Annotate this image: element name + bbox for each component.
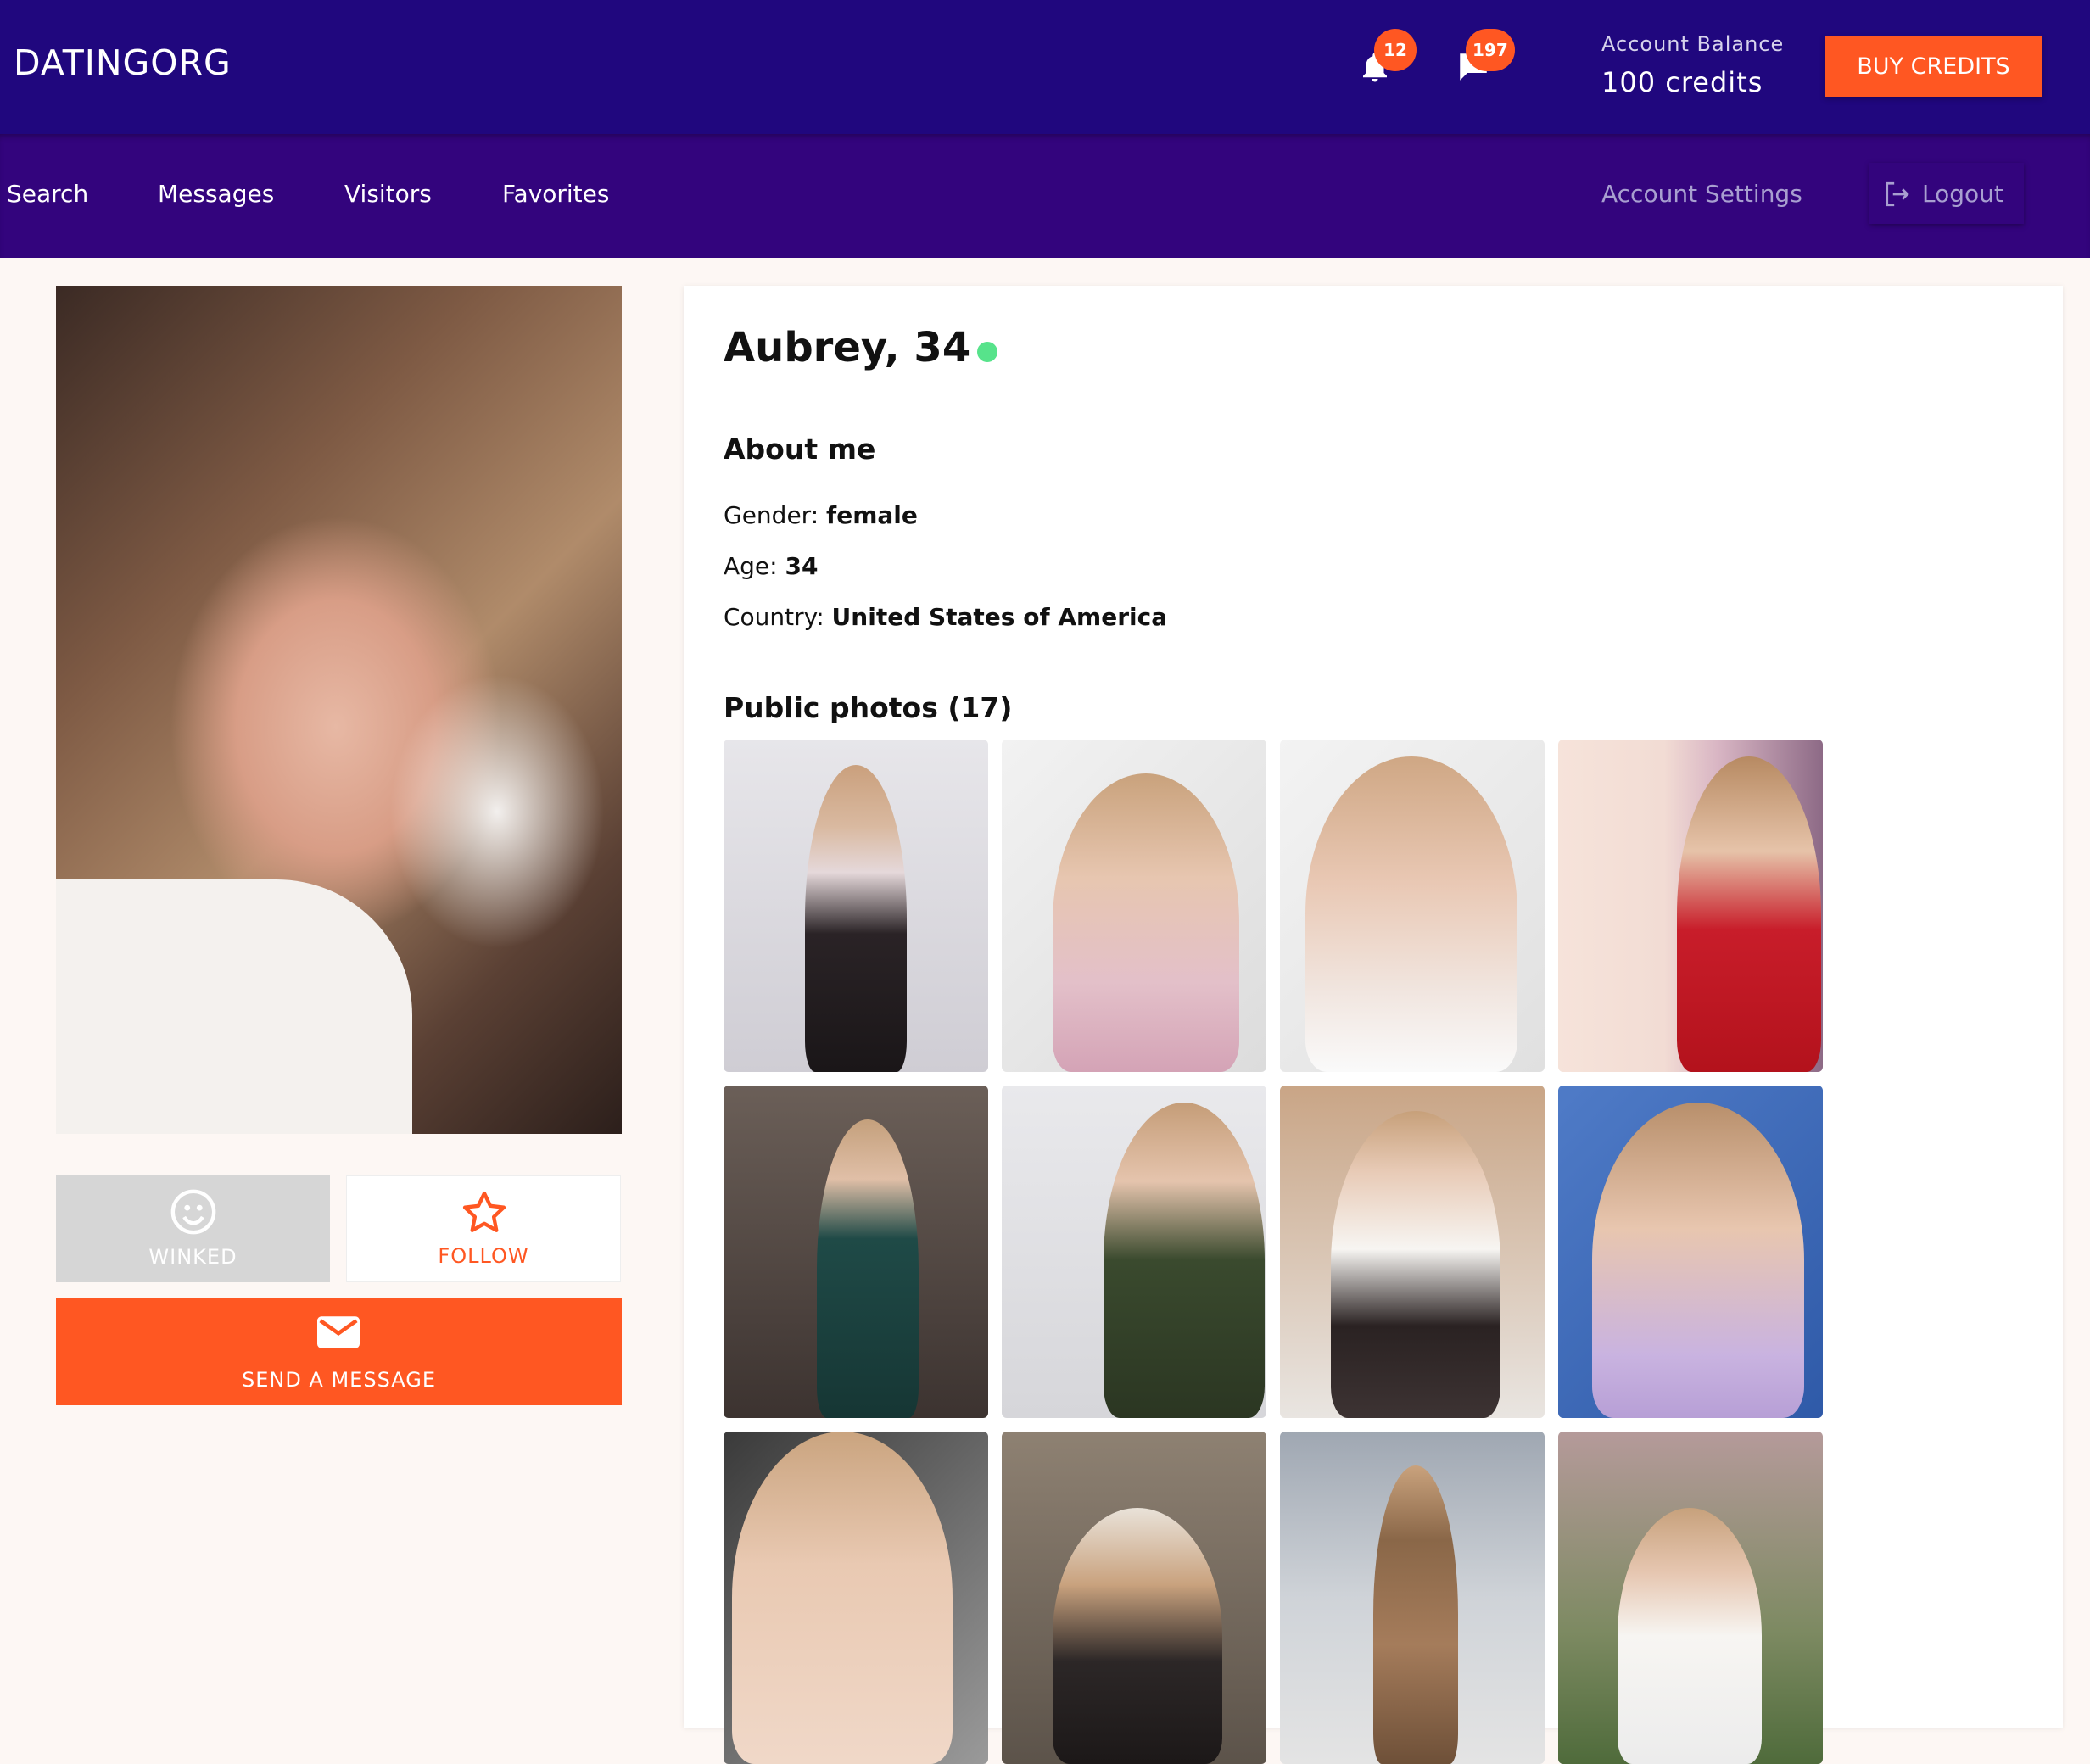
logo[interactable]: DATINGORG bbox=[14, 42, 232, 83]
nav-search[interactable]: Search bbox=[7, 180, 88, 208]
send-message-button[interactable]: SEND A MESSAGE bbox=[56, 1298, 622, 1405]
photo-thumbnail[interactable] bbox=[1558, 1432, 1823, 1764]
gender-label: Gender: bbox=[724, 501, 819, 529]
logout-button[interactable]: Logout bbox=[1869, 163, 2024, 224]
balance-value: 100 credits bbox=[1601, 66, 1763, 98]
follow-button[interactable]: FOLLOW bbox=[346, 1175, 621, 1282]
profile-card: Aubrey, 34 About me Gender: female Age: … bbox=[684, 286, 2063, 1764]
photo-thumbnail[interactable] bbox=[1002, 1086, 1266, 1418]
gender-value: female bbox=[826, 501, 918, 529]
wink-label: WINKED bbox=[148, 1245, 238, 1269]
photo-thumbnail[interactable] bbox=[1280, 740, 1545, 1072]
photo-thumbnail[interactable] bbox=[1280, 1086, 1545, 1418]
country-row: Country: United States of America bbox=[724, 603, 1167, 631]
age-value: 34 bbox=[785, 552, 819, 580]
photo-thumbnail[interactable] bbox=[724, 1432, 988, 1764]
nav-bar: Search Messages Visitors Favorites Accou… bbox=[0, 134, 2090, 258]
buy-credits-button[interactable]: BUY CREDITS bbox=[1825, 36, 2042, 97]
profile-name: Aubrey, 34 bbox=[724, 324, 971, 371]
nav-favorites[interactable]: Favorites bbox=[502, 180, 609, 208]
follow-label: FOLLOW bbox=[438, 1244, 529, 1268]
balance-label: Account Balance bbox=[1601, 32, 1785, 56]
photo-thumbnail[interactable] bbox=[1558, 740, 1823, 1072]
public-photos-title: Public photos (17) bbox=[724, 691, 1013, 724]
country-label: Country: bbox=[724, 603, 824, 631]
photo-thumbnail[interactable] bbox=[1280, 1432, 1545, 1764]
star-icon bbox=[462, 1191, 506, 1232]
nav-visitors[interactable]: Visitors bbox=[344, 180, 432, 208]
messages-badge: 197 bbox=[1466, 29, 1515, 71]
photo-thumbnail[interactable] bbox=[1002, 1432, 1266, 1764]
top-bar: DATINGORG 12 197 Account Balance 100 cre… bbox=[0, 0, 2090, 134]
messages-button[interactable]: 197 bbox=[1452, 29, 1515, 97]
logout-icon bbox=[1886, 181, 1909, 207]
nav-messages[interactable]: Messages bbox=[158, 180, 274, 208]
main-profile-photo[interactable] bbox=[56, 286, 622, 1134]
online-status-dot bbox=[977, 342, 998, 362]
age-label: Age: bbox=[724, 552, 778, 580]
photo-thumbnail[interactable] bbox=[724, 1086, 988, 1418]
photo-thumbnail[interactable] bbox=[724, 740, 988, 1072]
envelope-icon bbox=[317, 1316, 360, 1348]
photo-thumbnail[interactable] bbox=[1002, 740, 1266, 1072]
nav-account-settings[interactable]: Account Settings bbox=[1601, 180, 1802, 208]
wink-button[interactable]: WINKED bbox=[56, 1175, 330, 1282]
logout-label: Logout bbox=[1922, 180, 2003, 208]
gender-row: Gender: female bbox=[724, 501, 918, 529]
send-message-label: SEND A MESSAGE bbox=[241, 1368, 437, 1392]
notifications-badge: 12 bbox=[1374, 29, 1417, 71]
country-value: United States of America bbox=[831, 603, 1168, 631]
smiley-icon bbox=[170, 1189, 216, 1235]
photo-thumbnail[interactable] bbox=[1558, 1086, 1823, 1418]
notifications-button[interactable]: 12 bbox=[1354, 29, 1417, 97]
age-row: Age: 34 bbox=[724, 552, 818, 580]
about-me-title: About me bbox=[724, 433, 876, 466]
